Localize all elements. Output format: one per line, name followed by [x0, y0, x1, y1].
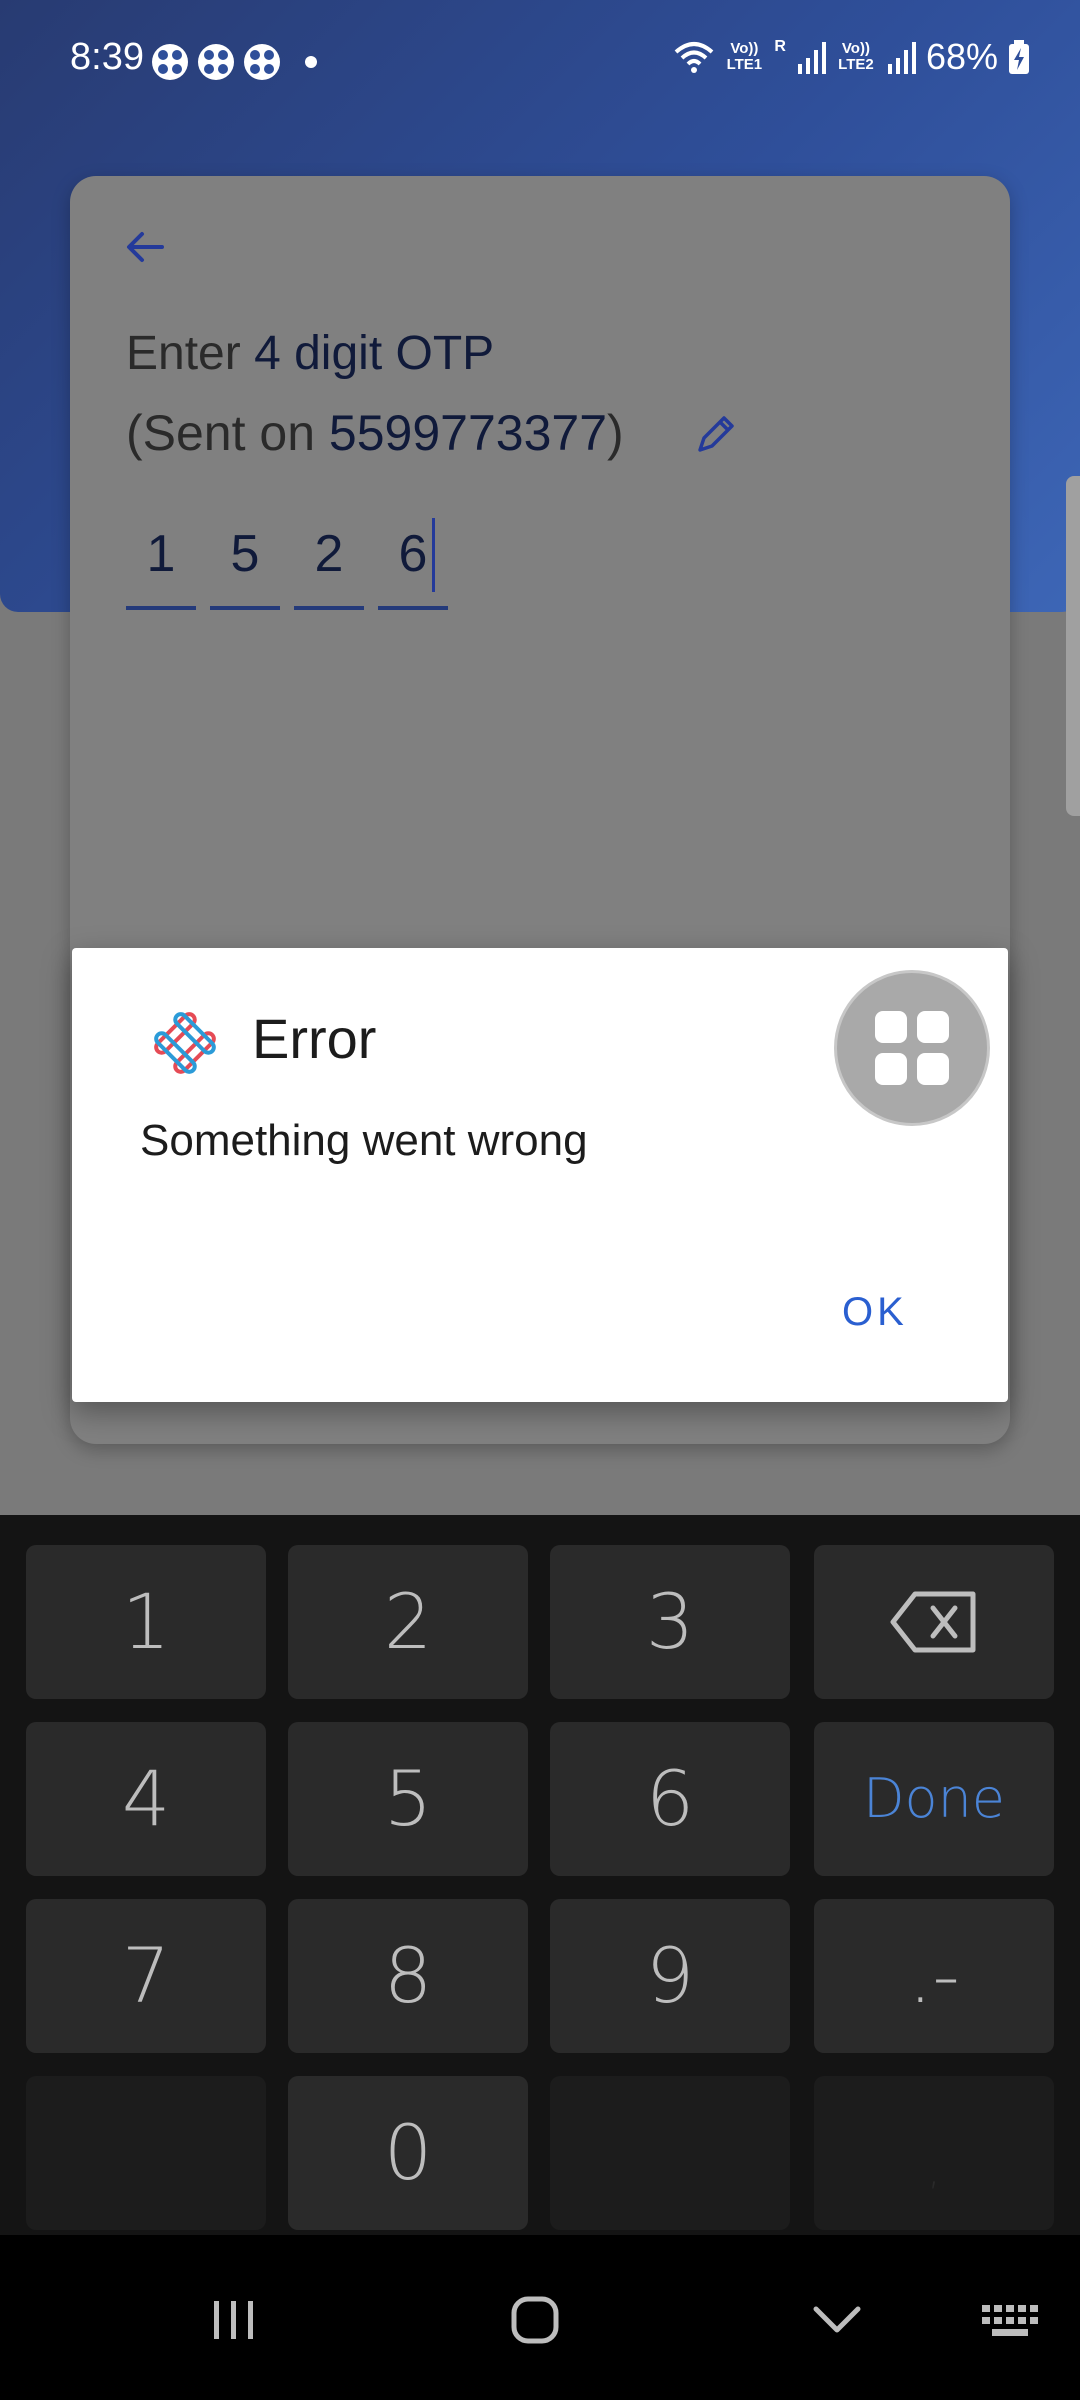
notification-icon	[244, 44, 280, 80]
backspace-icon	[890, 1591, 976, 1653]
key-0[interactable]: 0	[288, 2076, 528, 2230]
battery-percent: 68%	[925, 36, 998, 77]
empty-key	[550, 2076, 790, 2230]
otp-digit-box-3[interactable]: 2	[294, 506, 364, 610]
otp-sent-suffix: )	[607, 405, 624, 461]
key-8[interactable]: 8	[288, 1899, 528, 2053]
notification-icon	[198, 44, 234, 80]
symbol-key[interactable]: .-	[814, 1899, 1054, 2053]
otp-digit-box-4[interactable]: 6	[378, 506, 448, 610]
otp-title-prefix: Enter	[126, 327, 241, 380]
navigation-bar	[0, 2235, 1080, 2400]
app-logo-icon	[154, 1012, 216, 1074]
key-6[interactable]: 6	[550, 1722, 790, 1876]
key-5[interactable]: 5	[288, 1722, 528, 1876]
otp-digit: 5	[230, 525, 260, 583]
text-caret	[432, 518, 435, 592]
otp-digit-box-2[interactable]: 5	[210, 506, 280, 610]
otp-digit-box-1[interactable]: 1	[126, 506, 196, 610]
network2-label: Vo)) LTE2	[838, 40, 874, 73]
otp-title: Enter 4 digit OTP	[126, 326, 494, 381]
done-key[interactable]: Done	[814, 1722, 1054, 1876]
key-3[interactable]: 3	[550, 1545, 790, 1699]
key-1[interactable]: 1	[26, 1545, 266, 1699]
keyboard-icon[interactable]	[966, 2275, 1056, 2365]
comma-key[interactable]: ,	[814, 2076, 1054, 2230]
key-2[interactable]: 2	[288, 1545, 528, 1699]
signal-icon	[797, 42, 826, 74]
backspace-key[interactable]	[814, 1545, 1054, 1699]
battery-charging-icon	[1009, 40, 1029, 74]
otp-digit: 2	[314, 525, 344, 583]
more-notifications-dot	[305, 56, 317, 68]
recent-apps-icon[interactable]	[188, 2275, 278, 2365]
dialog-title: Error	[252, 1007, 377, 1070]
status-right: Vo)) LTE1 R Vo)) LTE2 68%	[674, 36, 1030, 78]
empty-key	[26, 2076, 266, 2230]
numeric-keyboard: 1 2 3 4 5 6 Done 7 8 9 .- 0 ,	[0, 1515, 1080, 2235]
edge-panel-handle[interactable]	[1066, 476, 1080, 816]
floating-assistant-button[interactable]	[834, 970, 990, 1126]
dialog-message: Something went wrong	[140, 1116, 588, 1165]
key-9[interactable]: 9	[550, 1899, 790, 2053]
notification-icon	[152, 44, 188, 80]
hide-keyboard-chevron-icon[interactable]	[792, 2275, 882, 2365]
grid-icon	[875, 1011, 949, 1085]
key-4[interactable]: 4	[26, 1722, 266, 1876]
status-time: 8:39	[70, 36, 144, 78]
otp-phone-number: 5599773377	[328, 405, 607, 461]
otp-title-main: 4 digit OTP	[254, 327, 495, 380]
roaming-label: R	[774, 38, 786, 55]
key-7[interactable]: 7	[26, 1899, 266, 2053]
back-arrow-icon[interactable]	[122, 224, 168, 270]
wifi-icon	[675, 42, 714, 73]
signal-icon	[887, 42, 916, 74]
status-bar: 8:39 Vo)) LTE1 R Vo)) LTE2 68%	[0, 0, 1080, 124]
otp-digit: 6	[398, 525, 428, 583]
otp-digit: 1	[146, 525, 176, 583]
network1-label: Vo)) LTE1	[726, 40, 763, 73]
otp-sent-line: (Sent on 5599773377)	[126, 404, 624, 462]
edit-pencil-icon[interactable]	[694, 412, 738, 456]
ok-button[interactable]: OK	[842, 1290, 908, 1335]
otp-sent-prefix: (Sent on	[126, 405, 316, 461]
home-icon[interactable]	[490, 2275, 580, 2365]
